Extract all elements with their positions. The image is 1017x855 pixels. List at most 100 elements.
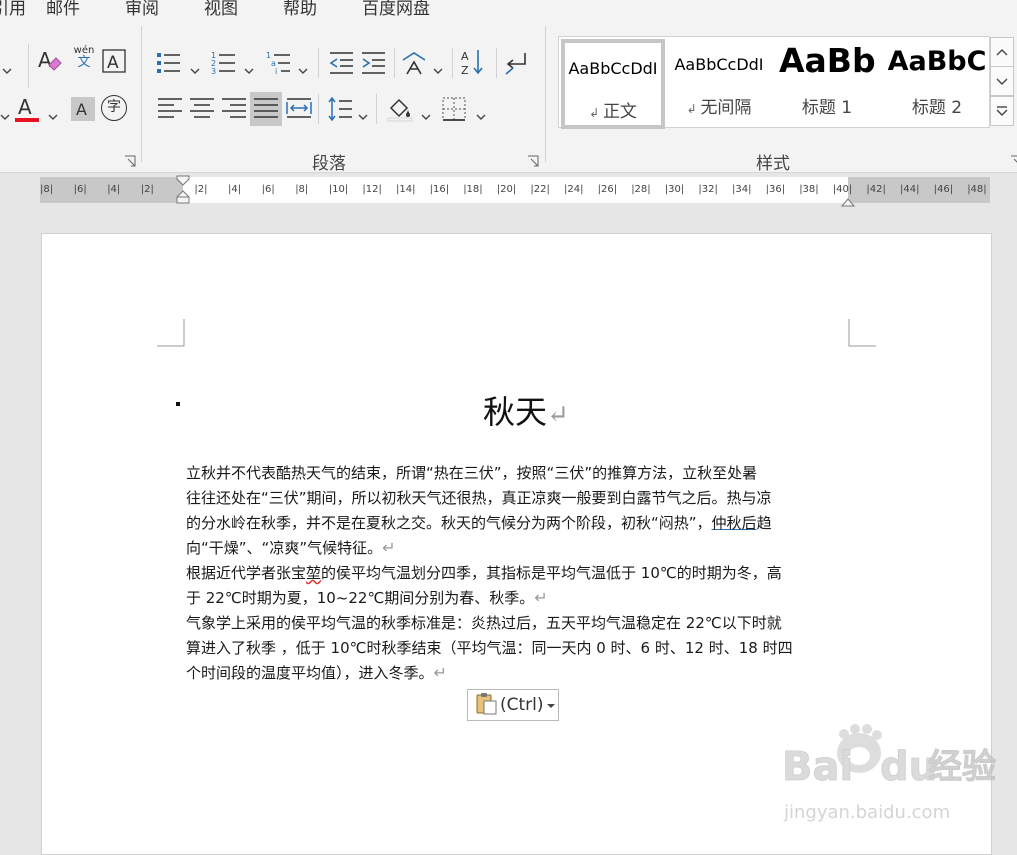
ribbon-tab-bar: 引用 邮件 审阅 视图 帮助 百度网盘 xyxy=(0,0,1017,20)
line-spacing-icon[interactable] xyxy=(327,96,353,122)
ruler-number: |48| xyxy=(967,184,987,195)
separator xyxy=(28,44,29,88)
bullets-icon[interactable] xyxy=(155,50,181,76)
gallery-scroll-up-icon[interactable] xyxy=(990,37,1014,67)
style-heading-1[interactable]: AaBb 标题 1 xyxy=(779,39,875,121)
align-center-icon[interactable] xyxy=(189,96,215,122)
spelling-flagged-word[interactable]: 堃 xyxy=(306,564,321,582)
font-dialog-launcher-icon[interactable] xyxy=(124,152,136,167)
ruler-number: |16| xyxy=(429,184,450,195)
line-spacing-dropdown-arrow[interactable] xyxy=(358,106,368,120)
style-no-spacing[interactable]: AaBbCcDdI ↲ 无间隔 xyxy=(669,39,769,121)
svg-text:经验: 经验 xyxy=(928,747,996,787)
group-label-styles: 样式 xyxy=(756,154,790,174)
decrease-indent-icon[interactable] xyxy=(328,50,354,76)
body-line[interactable]: 向“干燥”、“凉爽”气候特征。↵ xyxy=(186,537,396,558)
svg-text:Bai: Bai xyxy=(782,744,853,790)
highlight-dropdown-arrow[interactable] xyxy=(0,106,10,120)
grammar-flagged-word[interactable]: 仲秋后 xyxy=(712,514,757,532)
chinese-layout-dropdown-arrow[interactable] xyxy=(433,60,443,74)
body-line[interactable]: 根据近代学者张宝堃的侯平均气温划分四季，其指标是平均气温低于 10℃的时期为冬，… xyxy=(186,562,782,583)
character-border-icon[interactable]: A xyxy=(101,48,127,74)
increase-indent-icon[interactable] xyxy=(360,50,386,76)
body-line[interactable]: 于 22℃时期为夏，10~22℃期间分别为春、秋季。↵ xyxy=(186,587,548,608)
bullets-dropdown-arrow[interactable] xyxy=(190,60,200,74)
numbering-dropdown-arrow[interactable] xyxy=(244,60,254,74)
ruler-number: |44| xyxy=(900,184,920,195)
ruler-number: |4| xyxy=(107,184,121,195)
tab-references[interactable]: 引用 xyxy=(0,0,26,19)
horizontal-ruler[interactable]: |8| |6| |4| |2| |2| |4| |6| |8| |10| |12| |14| |16|… xyxy=(40,175,990,207)
ruler-number: |18| xyxy=(463,184,483,195)
sort-icon[interactable]: AZ xyxy=(460,49,486,76)
ruler-number: |2| xyxy=(140,184,154,195)
justify-icon[interactable] xyxy=(250,92,282,126)
font-color-icon[interactable]: A xyxy=(14,94,40,124)
multilevel-list-dropdown-arrow[interactable] xyxy=(298,60,308,74)
show-hide-marks-icon[interactable] xyxy=(503,50,529,76)
body-line[interactable]: 算进入了秋季 ，低于 10℃时秋季结束（平均气温：同一天内 0 时、6 时、12… xyxy=(186,637,793,658)
separator xyxy=(394,48,395,78)
character-shading-icon[interactable]: A xyxy=(70,96,96,122)
phonetic-guide-icon[interactable]: wén 文 xyxy=(71,45,97,77)
chevron-down-icon xyxy=(546,695,556,715)
distributed-align-icon[interactable] xyxy=(286,96,312,122)
styles-dialog-launcher-icon[interactable] xyxy=(1010,152,1017,167)
ruler-number: |38| xyxy=(799,184,819,195)
paste-options-button[interactable]: (Ctrl) xyxy=(467,689,559,721)
font-color-dropdown-arrow[interactable] xyxy=(48,106,58,120)
tab-review[interactable]: 审阅 xyxy=(125,0,159,19)
document-title[interactable]: 秋天↵ xyxy=(483,387,569,433)
ruler-number: |28| xyxy=(631,184,651,195)
gallery-more-icon[interactable] xyxy=(990,96,1014,126)
tab-mailings[interactable]: 邮件 xyxy=(46,0,80,19)
ruler-number: |6| xyxy=(73,184,87,195)
tab-view[interactable]: 视图 xyxy=(204,0,238,19)
tab-baidu-netdisk[interactable]: 百度网盘 xyxy=(362,0,430,19)
gallery-scroll-down-icon[interactable] xyxy=(990,66,1014,96)
margin-corner-mark xyxy=(157,319,185,347)
svg-text:i: i xyxy=(275,67,277,76)
ribbon: A wén 文 A A A 字 123 1ai A Z 段落 AaBbCcDdI… xyxy=(0,20,1017,174)
clear-formatting-icon[interactable]: A xyxy=(36,48,62,74)
chinese-layout-icon[interactable] xyxy=(401,50,427,76)
paragraph-dialog-launcher-icon[interactable] xyxy=(527,152,539,167)
svg-text:Z: Z xyxy=(461,64,469,76)
ruler-number: |32| xyxy=(698,184,718,195)
separator xyxy=(376,94,377,124)
right-indent-marker-icon[interactable] xyxy=(840,193,856,207)
body-line[interactable]: 的分水岭在秋季，并不是在夏秋之交。秋天的气候分为两个阶段，初秋“闷热”，仲秋后趋 xyxy=(186,512,772,533)
numbering-icon[interactable]: 123 xyxy=(210,50,236,76)
body-line[interactable]: 立秋并不代表酷热天气的结束，所谓“热在三伏”，按照“三伏”的推算方法，立秋至处暑 xyxy=(186,462,757,483)
ruler-number: |6| xyxy=(261,184,275,195)
tab-help[interactable]: 帮助 xyxy=(283,0,317,19)
font-size-dropdown-arrow[interactable] xyxy=(2,60,12,74)
ruler-number: |10| xyxy=(328,184,349,195)
align-right-icon[interactable] xyxy=(221,96,247,122)
paragraph-shading-icon[interactable] xyxy=(387,96,413,122)
multilevel-list-icon[interactable]: 1ai xyxy=(265,50,291,76)
clipboard-icon xyxy=(474,691,498,720)
align-left-icon[interactable] xyxy=(157,96,183,122)
svg-text:A: A xyxy=(18,95,32,119)
style-normal[interactable]: AaBbCcDdI ↲ 正文 xyxy=(561,39,665,129)
borders-icon[interactable] xyxy=(441,96,467,122)
baidu-jingyan-watermark: Bai du 经验 jingyan.baidu.com xyxy=(782,720,1012,828)
borders-dropdown-arrow[interactable] xyxy=(476,106,486,120)
heading-format-mark xyxy=(176,402,180,406)
ruler-number: |36| xyxy=(765,184,786,195)
body-line[interactable]: 气象学上采用的侯平均气温的秋季标准是：炎热过后，五天平均气温稳定在 22℃以下时… xyxy=(186,612,782,633)
ruler-number: |30| xyxy=(664,184,685,195)
body-line[interactable]: 个时间段的温度平均值），进入冬季。↵ xyxy=(186,662,447,683)
separator xyxy=(496,48,497,78)
body-line[interactable]: 往往还处在“三伏”期间，所以初秋天气还很热，真正凉爽一般要到白露节气之后。热与凉 xyxy=(186,487,772,508)
svg-text:3: 3 xyxy=(211,67,216,76)
indent-markers-icon[interactable] xyxy=(176,175,190,205)
paragraph-shading-dropdown-arrow[interactable] xyxy=(421,106,431,120)
margin-corner-mark xyxy=(848,319,876,347)
ruler-number: |22| xyxy=(530,184,550,195)
svg-text:jingyan.baidu.com: jingyan.baidu.com xyxy=(783,802,950,823)
svg-text:A: A xyxy=(461,50,469,63)
enclose-characters-icon[interactable]: 字 xyxy=(101,95,127,121)
style-heading-2[interactable]: AaBbC 标题 2 xyxy=(887,39,987,121)
